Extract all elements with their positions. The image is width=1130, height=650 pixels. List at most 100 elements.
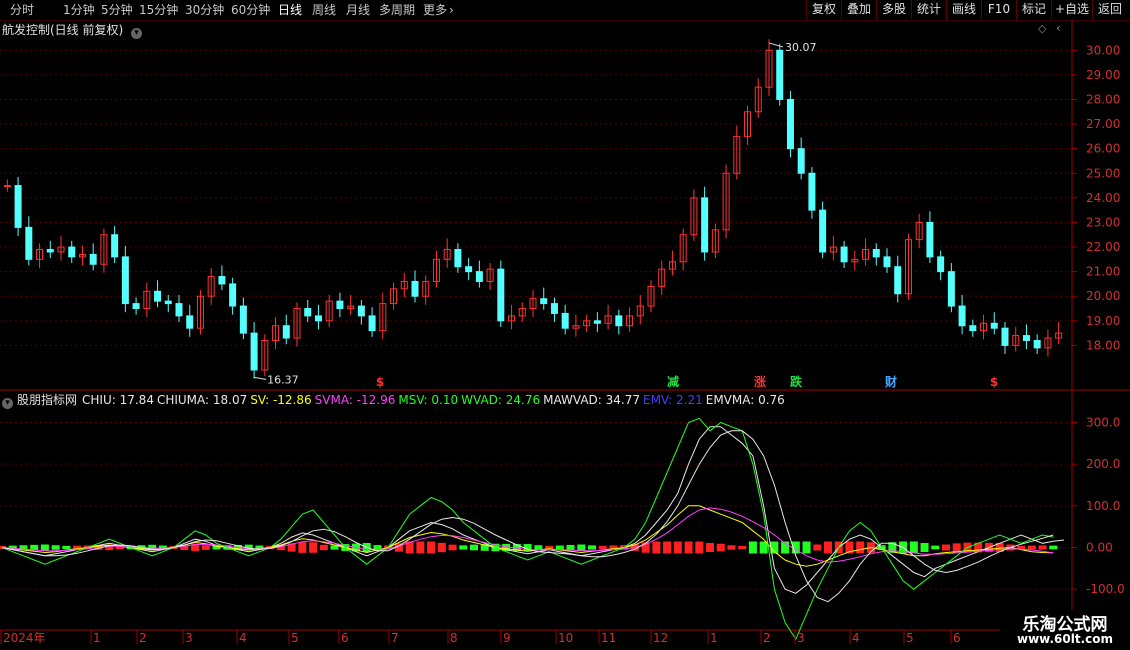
indicator-tick-label: 200.0 (1086, 457, 1120, 471)
tf-60min[interactable]: 60分钟 (231, 2, 270, 18)
price-and-indicator-charts: 30.0029.0028.0027.0026.0025.0024.0023.00… (0, 20, 1130, 645)
tf-daily[interactable]: 日线 (278, 2, 302, 18)
indicator-histogram-bar (448, 544, 457, 551)
candle-body (819, 209, 827, 253)
candle-body (186, 315, 194, 329)
candle-body (947, 271, 955, 307)
candle-body (175, 303, 183, 317)
draw-line-button[interactable]: 画线 (946, 0, 981, 19)
indicator-histogram-bar (309, 542, 318, 553)
price-tick-label: 20.00 (1086, 289, 1120, 303)
indicator-histogram-bar (566, 544, 575, 551)
candle-body (229, 283, 237, 307)
candle-body (14, 185, 22, 228)
candle-body (958, 305, 966, 327)
candle-body (1022, 335, 1030, 341)
indicator-histogram-bar (437, 542, 446, 553)
price-tick-label: 29.00 (1086, 68, 1120, 82)
indicator-histogram-bar (416, 541, 425, 554)
candle-body (550, 303, 558, 314)
candle-body (239, 305, 247, 334)
tf-weekly[interactable]: 周线 (312, 2, 336, 18)
time-label: 3 (185, 631, 193, 645)
tf-15min[interactable]: 15分钟 (139, 2, 178, 18)
price-tick-label: 26.00 (1086, 142, 1120, 156)
mark-button[interactable]: 标记 (1016, 0, 1051, 19)
candle-body (411, 280, 419, 297)
candle-body (357, 305, 365, 317)
tf-5min[interactable]: 5分钟 (101, 2, 133, 18)
price-tick-label: 21.00 (1086, 265, 1120, 279)
add-watchlist-button[interactable]: +自选 (1051, 0, 1092, 19)
tf-30min[interactable]: 30分钟 (185, 2, 224, 18)
indicator-histogram-bar (577, 544, 586, 551)
candle-body (561, 312, 569, 329)
time-label: 5 (906, 631, 914, 645)
candle-body (883, 256, 891, 268)
price-tick-label: 28.00 (1086, 92, 1120, 106)
tf-multi-period[interactable]: 多周期 (379, 2, 415, 18)
candle-body (808, 172, 816, 211)
candle-body (1001, 327, 1009, 346)
time-label: 4 (852, 631, 860, 645)
indicator-histogram-bar (470, 544, 478, 551)
indicator-histogram-bar (673, 541, 682, 554)
indicator-histogram-bar (706, 543, 714, 552)
indicator-histogram-bar (40, 544, 49, 551)
event-marker: 减 (667, 374, 679, 389)
chevron-right-icon: › (449, 3, 454, 17)
period-toolbar: 分时 1分钟 5分钟 15分钟 30分钟 60分钟 日线 周线 月线 多周期 更… (0, 0, 1130, 21)
candle-body (615, 315, 623, 327)
indicator-histogram-bar (51, 545, 60, 550)
multi-stock-button[interactable]: 多股 (876, 0, 911, 19)
f10-button[interactable]: F10 (981, 0, 1016, 19)
indicator-histogram-bar (952, 543, 961, 552)
watermark-logo: 乐淘公式网 www.60lt.com (1000, 610, 1130, 650)
indicator-histogram-bar (920, 543, 929, 552)
fuquan-button[interactable]: 复权 (806, 0, 841, 19)
tf-more[interactable]: 更多 › (423, 2, 454, 18)
price-tick-label: 24.00 (1086, 191, 1120, 205)
price-tick-label: 30.00 (1086, 43, 1120, 57)
candle-body (154, 290, 162, 302)
tf-monthly[interactable]: 月线 (346, 2, 370, 18)
tf-1min[interactable]: 1分钟 (63, 2, 95, 18)
candle-body (282, 325, 290, 339)
tf-more-label: 更多 (423, 3, 448, 17)
candle-body (701, 197, 709, 253)
candle-body (218, 276, 226, 285)
indicator-histogram-bar (1038, 545, 1047, 550)
time-label: 7 (391, 631, 399, 645)
indicator-histogram-bar (684, 541, 693, 554)
indicator-line-mawvad (1, 430, 1054, 603)
candle-body (368, 315, 376, 332)
tf-fenshi[interactable]: 分时 (10, 2, 34, 18)
candle-body (937, 256, 945, 273)
candle-body (840, 246, 848, 263)
overlay-button[interactable]: 叠加 (841, 0, 876, 19)
indicator-histogram-bar (813, 544, 822, 551)
time-label: 3 (797, 631, 805, 645)
time-label: 2 (763, 631, 771, 645)
time-label: 6 (953, 631, 961, 645)
stats-button[interactable]: 统计 (911, 0, 946, 19)
indicator-histogram-bar (588, 545, 596, 550)
back-button[interactable]: 返回 (1092, 0, 1127, 19)
indicator-histogram-bar (727, 545, 736, 550)
candle-body (89, 253, 97, 265)
indicator-tick-label: 300.0 (1086, 416, 1120, 430)
indicator-histogram-bar (555, 545, 564, 550)
indicator-histogram-bar (716, 543, 725, 552)
indicator-histogram-bar (748, 541, 757, 554)
indicator-line-wvad (1, 417, 1054, 641)
indicator-tick-label: -100.0 (1086, 582, 1125, 596)
event-marker: $ (376, 375, 384, 389)
candle-body (894, 266, 902, 295)
indicator-tick-label: 0.00 (1086, 541, 1113, 555)
time-label: 5 (291, 631, 299, 645)
price-tick-label: 27.00 (1086, 117, 1120, 131)
indicator-histogram-bar (738, 546, 747, 549)
indicator-histogram-bar (459, 545, 468, 550)
indicator-histogram-bar (298, 542, 307, 553)
indicator-histogram-bar (652, 541, 661, 554)
